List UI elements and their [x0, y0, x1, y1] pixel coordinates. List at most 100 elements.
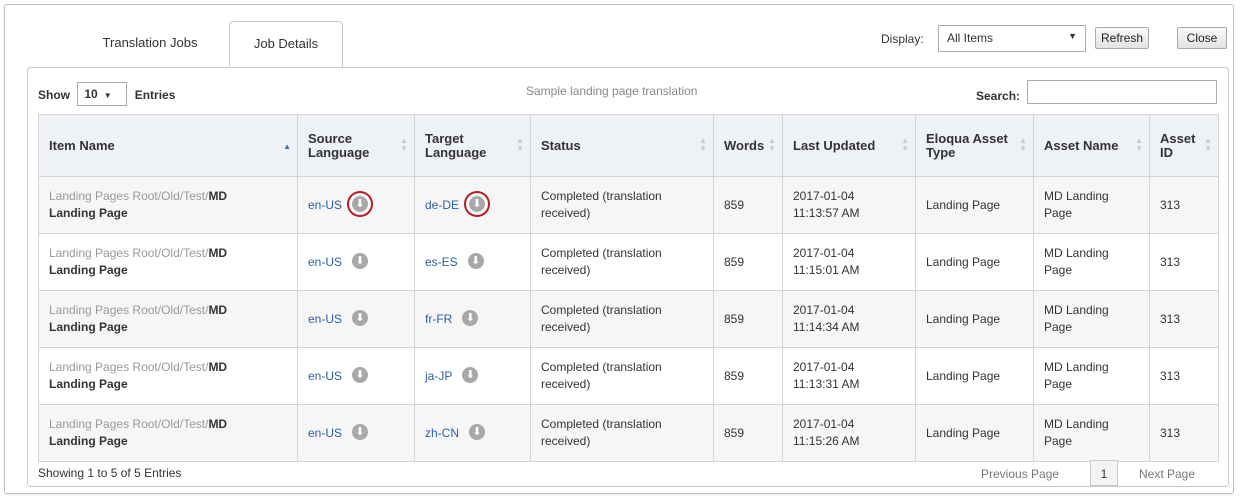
asset-name-cell: MD Landing Page: [1033, 290, 1150, 348]
target-language-link[interactable]: de-DE: [425, 198, 459, 212]
column-header-source-language[interactable]: Source Language ▲ ▼: [297, 114, 415, 177]
words-cell: 859: [713, 404, 783, 462]
sort-ascending-icon: ▲: [283, 142, 291, 151]
column-header-last-updated[interactable]: Last Updated ▲ ▼: [782, 114, 916, 177]
asset-name-cell: MD Landing Page: [1033, 176, 1150, 234]
refresh-button[interactable]: Refresh: [1095, 27, 1149, 49]
display-select[interactable]: All Items ▼: [938, 25, 1086, 52]
words-cell: 859: [713, 233, 783, 291]
caret-down-icon: ▼: [1068, 31, 1077, 41]
entries-info: Showing 1 to 5 of 5 Entries: [38, 466, 182, 480]
asset-type-cell: Landing Page: [915, 347, 1034, 405]
item-name-cell: Landing Pages Root/Old/Test/MD Landing Pa…: [38, 233, 298, 291]
target-language-link[interactable]: zh-CN: [425, 426, 459, 440]
asset-type-cell: Landing Page: [915, 404, 1034, 462]
sort-icon: ▲ ▼: [1019, 136, 1027, 153]
source-language-link[interactable]: en-US: [308, 312, 342, 326]
caret-down-icon: ▼: [103, 91, 112, 100]
sort-icon: ▲ ▼: [400, 136, 408, 153]
entries-label: Entries: [134, 88, 176, 103]
target-language-link[interactable]: es-ES: [425, 255, 458, 269]
asset-type-cell: Landing Page: [915, 176, 1034, 234]
download-icon[interactable]: ⬇: [352, 253, 369, 270]
download-icon[interactable]: ⬇: [467, 253, 484, 270]
display-select-value: All Items: [947, 31, 994, 45]
search-label: Search:: [976, 89, 1021, 103]
source-language-link[interactable]: en-US: [308, 255, 342, 269]
words-cell: 859: [713, 290, 783, 348]
target-language-link[interactable]: fr-FR: [425, 312, 452, 326]
column-header-status[interactable]: Status ▲ ▼: [530, 114, 714, 177]
column-header-target-language[interactable]: Target Language ▲ ▼: [414, 114, 531, 177]
item-name-cell: Landing Pages Root/Old/Test/MD Landing Pa…: [38, 404, 298, 462]
words-cell: 859: [713, 176, 783, 234]
asset-name-cell: MD Landing Page: [1033, 404, 1150, 462]
entries-control: Show 10 ▼ Entries: [38, 82, 176, 108]
column-header-item-name[interactable]: Item Name ▲: [38, 114, 298, 177]
download-icon[interactable]: ⬇: [462, 367, 479, 384]
download-icon[interactable]: ⬇: [352, 310, 369, 327]
display-label: Display:: [881, 32, 924, 46]
target-language-cell: es-ES ⬇: [414, 233, 531, 291]
table-row: Landing Pages Root/Old/Test/MD Landing Pa…: [38, 176, 1219, 234]
sort-icon: ▲ ▼: [516, 136, 524, 153]
next-page-button[interactable]: Next Page: [1139, 467, 1195, 481]
source-language-link[interactable]: en-US: [308, 426, 342, 440]
search-input[interactable]: [1027, 80, 1217, 104]
source-language-link[interactable]: en-US: [308, 198, 342, 212]
page-number-button[interactable]: 1: [1090, 460, 1118, 486]
column-header-asset-name[interactable]: Asset Name ▲ ▼: [1033, 114, 1150, 177]
last-updated-cell: 2017-01-04 11:15:01 AM: [782, 233, 916, 291]
table-row: Landing Pages Root/Old/Test/MD Landing Pa…: [38, 347, 1219, 405]
source-language-cell: en-US ⬇: [297, 233, 415, 291]
status-cell: Completed (translation received): [530, 290, 714, 348]
download-icon[interactable]: ⬇: [462, 310, 479, 327]
status-cell: Completed (translation received): [530, 233, 714, 291]
download-icon[interactable]: ⬇: [469, 196, 486, 213]
last-updated-cell: 2017-01-04 11:15:26 AM: [782, 404, 916, 462]
status-cell: Completed (translation received): [530, 404, 714, 462]
item-name-cell: Landing Pages Root/Old/Test/MD Landing Pa…: [38, 290, 298, 348]
column-header-asset-id[interactable]: Asset ID ▲ ▼: [1149, 114, 1219, 177]
column-header-words[interactable]: Words ▲ ▼: [713, 114, 783, 177]
tab-job-details[interactable]: Job Details: [229, 21, 343, 67]
item-name-cell: Landing Pages Root/Old/Test/MD Landing Pa…: [38, 347, 298, 405]
asset-id-cell: 313: [1149, 176, 1219, 234]
source-language-cell: en-US ⬇: [297, 347, 415, 405]
asset-id-cell: 313: [1149, 347, 1219, 405]
item-name-cell: Landing Pages Root/Old/Test/MD Landing Pa…: [38, 176, 298, 234]
sort-icon: ▲ ▼: [768, 136, 776, 153]
download-icon[interactable]: ⬇: [352, 424, 369, 441]
job-items-table: Item Name ▲ Source Language ▲ ▼ Target Lang…: [38, 114, 1219, 462]
download-icon[interactable]: ⬇: [352, 196, 369, 213]
table-caption: Sample landing page translation: [526, 84, 698, 98]
status-cell: Completed (translation received): [530, 347, 714, 405]
source-language-link[interactable]: en-US: [308, 369, 342, 383]
target-language-cell: de-DE ⬇: [414, 176, 531, 234]
asset-id-cell: 313: [1149, 233, 1219, 291]
tab-translation-jobs[interactable]: Translation Jobs: [85, 21, 215, 67]
last-updated-cell: 2017-01-04 11:14:34 AM: [782, 290, 916, 348]
source-language-cell: en-US ⬇: [297, 404, 415, 462]
asset-type-cell: Landing Page: [915, 233, 1034, 291]
target-language-cell: fr-FR ⬇: [414, 290, 531, 348]
sort-icon: ▲ ▼: [901, 136, 909, 153]
source-language-cell: en-US ⬇: [297, 176, 415, 234]
previous-page-button[interactable]: Previous Page: [981, 467, 1059, 481]
target-language-cell: ja-JP ⬇: [414, 347, 531, 405]
column-header-eloqua-asset-type[interactable]: Eloqua Asset Type ▲ ▼: [915, 114, 1034, 177]
table-row: Landing Pages Root/Old/Test/MD Landing Pa…: [38, 404, 1219, 462]
job-details-window: Translation Jobs Job Details Display: Al…: [4, 4, 1234, 494]
target-language-link[interactable]: ja-JP: [425, 369, 452, 383]
words-cell: 859: [713, 347, 783, 405]
asset-name-cell: MD Landing Page: [1033, 347, 1150, 405]
download-icon[interactable]: ⬇: [469, 424, 486, 441]
close-button[interactable]: Close: [1177, 27, 1227, 49]
entries-select[interactable]: 10 ▼: [77, 82, 128, 106]
download-icon[interactable]: ⬇: [352, 367, 369, 384]
asset-id-cell: 313: [1149, 290, 1219, 348]
sort-icon: ▲ ▼: [1204, 136, 1212, 153]
table-row: Landing Pages Root/Old/Test/MD Landing Pa…: [38, 290, 1219, 348]
last-updated-cell: 2017-01-04 11:13:31 AM: [782, 347, 916, 405]
asset-type-cell: Landing Page: [915, 290, 1034, 348]
